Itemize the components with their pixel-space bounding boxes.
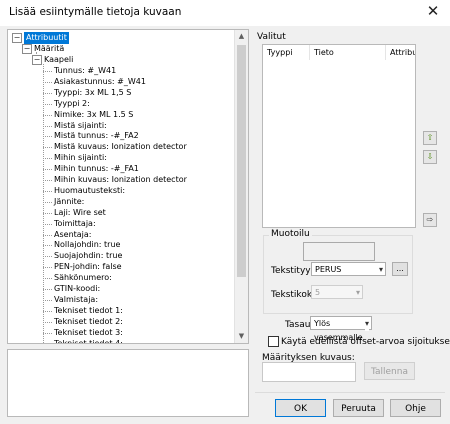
tree-connector — [43, 245, 52, 247]
chevron-down-icon: ▾ — [355, 288, 360, 297]
move-down-icon[interactable]: ⇩ — [423, 150, 437, 164]
tree-connector — [43, 223, 52, 225]
tree-scrollbar[interactable]: ▲ ▼ — [234, 30, 248, 343]
close-icon[interactable]: ✕ — [424, 2, 442, 20]
ok-button[interactable]: OK — [275, 399, 326, 417]
chevron-down-icon: ▾ — [378, 265, 383, 274]
format-preview — [303, 242, 375, 261]
tree-connector — [43, 169, 52, 171]
scroll-thumb[interactable] — [237, 45, 246, 277]
text-size-value: 5 — [315, 288, 321, 297]
collapse-icon[interactable]: − — [22, 44, 32, 54]
chevron-down-icon: ▾ — [364, 317, 369, 331]
tree-connector — [43, 278, 52, 280]
offset-checkbox[interactable] — [268, 336, 279, 347]
tree-connector — [43, 103, 52, 105]
tree-connector — [43, 64, 44, 343]
format-label: Muotoilu — [269, 229, 312, 239]
tree-connector — [43, 234, 52, 236]
tree-connector — [43, 201, 52, 203]
definition-input[interactable] — [262, 362, 356, 382]
tree-connector — [43, 180, 52, 181]
tree-connector — [43, 92, 52, 94]
text-size-select[interactable]: 5 ▾ — [311, 285, 363, 299]
scroll-down-icon[interactable]: ▼ — [235, 330, 248, 343]
window-title: Lisää esiintymälle tietoja kuvaan — [9, 6, 182, 18]
tree-connector — [43, 114, 52, 116]
column-header-attribute[interactable]: Attribuutti — [386, 45, 415, 60]
attribute-description-box — [7, 349, 249, 417]
insert-icon[interactable]: ⇨ — [423, 213, 437, 227]
divider — [255, 392, 445, 393]
tree-connector — [43, 147, 52, 149]
help-button[interactable]: Ohje — [390, 399, 441, 417]
attribute-tree[interactable]: − Attribuutit − Määritä − Kaapeli Tunnus… — [7, 29, 249, 344]
tree-connector — [43, 256, 52, 258]
title-bar: Lisää esiintymälle tietoja kuvaan ✕ — [0, 0, 450, 26]
selected-attributes-list[interactable]: Tyyppi Tieto Attribuutti — [262, 44, 416, 228]
text-style-more-button[interactable]: ... — [392, 262, 408, 276]
tree-connector — [43, 190, 52, 192]
tree-connector — [43, 299, 52, 301]
tree-connector — [43, 212, 52, 214]
cancel-button[interactable]: Peruuta — [333, 399, 384, 417]
selected-label: Valitut — [257, 32, 286, 42]
scroll-up-icon[interactable]: ▲ — [235, 30, 248, 43]
tree-connector — [43, 310, 52, 312]
text-style-value: PERUS — [315, 265, 342, 274]
tree-connector — [43, 289, 52, 290]
column-header-type[interactable]: Tyyppi — [263, 45, 310, 60]
tree-connector — [43, 81, 52, 83]
tree-leaf-item[interactable]: Tekniset tiedot 4: — [54, 338, 123, 344]
move-up-icon[interactable]: ⇧ — [423, 131, 437, 145]
tree-connector — [43, 71, 52, 72]
alignment-select[interactable]: Ylös vasemmalle ▾ — [310, 316, 372, 342]
offset-checkbox-label: Käytä edellistä offset-arvoa sijoitukses… — [281, 337, 450, 347]
column-header-info[interactable]: Tieto — [310, 45, 386, 60]
tree-connector — [43, 267, 52, 269]
tree-connector — [43, 125, 52, 127]
tree-connector — [43, 158, 52, 160]
collapse-icon[interactable]: − — [12, 33, 22, 43]
tree-connector — [43, 321, 52, 323]
tree-connector — [43, 136, 52, 138]
collapse-icon[interactable]: − — [32, 55, 42, 65]
tree-connector — [43, 344, 52, 345]
tree-connector — [43, 332, 52, 334]
add-info-dialog: Lisää esiintymälle tietoja kuvaan ✕ − At… — [0, 0, 450, 424]
save-button[interactable]: Tallenna — [364, 362, 415, 380]
text-style-select[interactable]: PERUS ▾ — [311, 262, 386, 276]
